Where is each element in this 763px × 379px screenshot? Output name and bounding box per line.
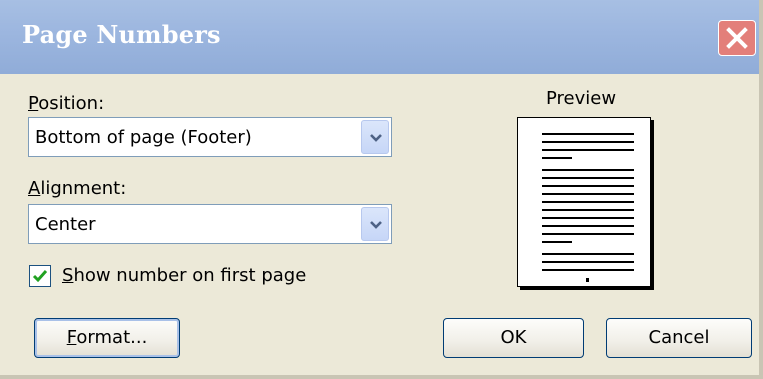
alignment-label-mnemonic: A (28, 178, 41, 199)
format-button-label: ormat... (76, 327, 148, 348)
chevron-down-icon (370, 134, 382, 142)
format-button[interactable]: Format... (34, 318, 180, 358)
cancel-button[interactable]: Cancel (606, 318, 752, 358)
position-dropdown-button[interactable] (361, 120, 389, 154)
position-label-mnemonic: P (28, 93, 39, 114)
alignment-dropdown-button[interactable] (361, 207, 389, 241)
title-bar[interactable]: Page Numbers (0, 0, 759, 74)
chevron-down-icon (370, 221, 382, 229)
format-button-mnemonic: F (66, 327, 77, 348)
alignment-label-text: lignment: (40, 178, 127, 199)
preview-page (517, 117, 651, 287)
dialog-title: Page Numbers (22, 20, 221, 49)
show-number-first-page-checkbox[interactable] (29, 265, 51, 287)
cancel-button-label: Cancel (648, 327, 710, 348)
position-select-value: Bottom of page (Footer) (35, 127, 252, 148)
preview-label: Preview (546, 88, 617, 109)
position-label: Position: (28, 93, 104, 114)
show-number-label-text: how number on first page (73, 265, 307, 286)
ok-button-label: OK (500, 327, 527, 348)
alignment-select-value: Center (35, 214, 96, 235)
show-number-label-mnemonic: S (62, 265, 74, 286)
alignment-label: Alignment: (28, 178, 126, 199)
check-icon (32, 270, 48, 283)
page-preview-icon (542, 133, 634, 282)
position-label-text: osition: (38, 93, 105, 114)
show-number-first-page-label[interactable]: Show number on first page (62, 265, 306, 286)
ok-button[interactable]: OK (443, 318, 584, 358)
page-numbers-dialog: Page Numbers Position: Bottom of page (F… (0, 0, 763, 379)
alignment-select[interactable]: Center (28, 204, 392, 244)
position-select[interactable]: Bottom of page (Footer) (28, 117, 392, 157)
close-button[interactable] (718, 20, 756, 56)
close-icon (726, 27, 748, 49)
